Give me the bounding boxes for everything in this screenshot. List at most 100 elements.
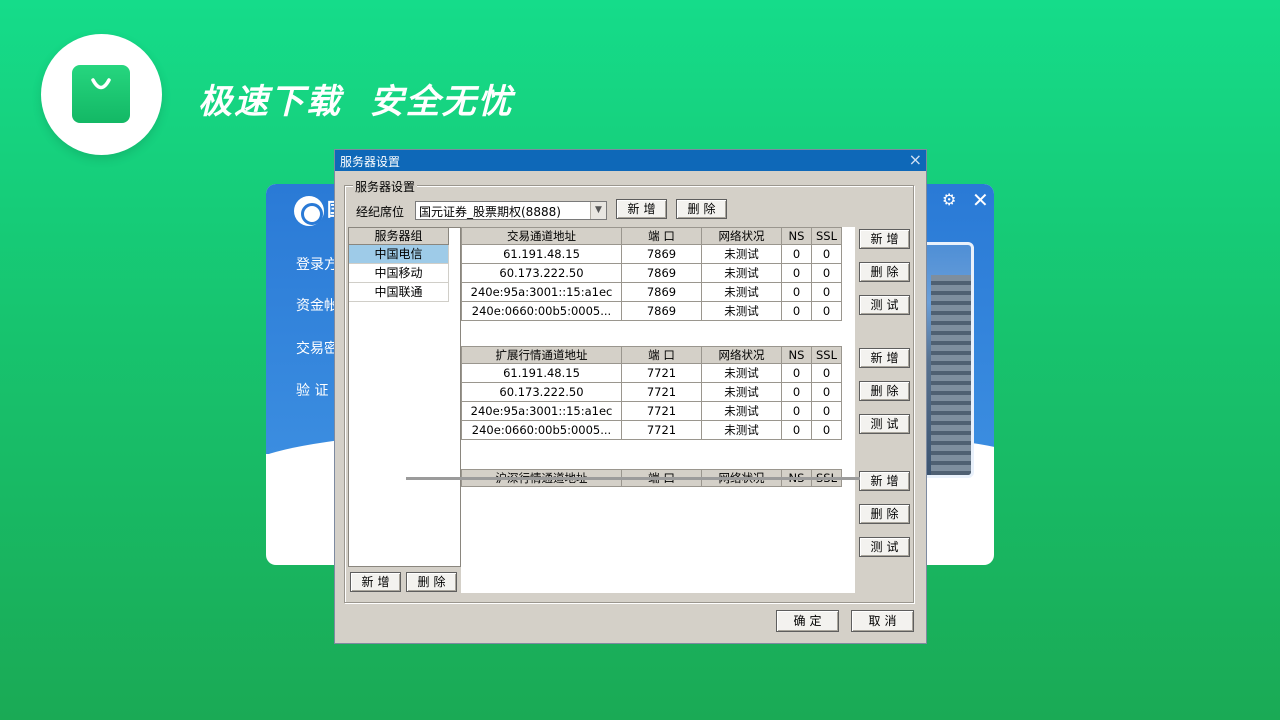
bottom-divider [406, 477, 860, 480]
trade-add-button[interactable]: 新增 [859, 229, 910, 249]
cell-status: 未测试 [701, 401, 782, 421]
shopping-bag-icon [72, 65, 130, 123]
server-settings-dialog: 服务器设置 × 服务器设置 经纪席位 国元证券_股票期权(8888) ▼ 新增 … [334, 149, 927, 644]
cell-ssl: 0 [811, 420, 842, 440]
cell-port: 7869 [621, 244, 702, 264]
col-header: NS [781, 346, 812, 364]
close-icon[interactable]: ✕ [972, 188, 989, 212]
cell-ssl: 0 [811, 244, 842, 264]
cell-ssl: 0 [811, 282, 842, 302]
cancel-button[interactable]: 取消 [851, 610, 914, 632]
ext-quote-test-button[interactable]: 测试 [859, 414, 910, 434]
cell-status: 未测试 [701, 244, 782, 264]
cell-ns: 0 [781, 282, 812, 302]
banner-slogan: 极速下载 安全无忧 [198, 82, 514, 122]
ext-quote-add-button[interactable]: 新增 [859, 348, 910, 368]
cell-address: 240e:0660:00b5:0005... [461, 301, 622, 321]
sh-sz-quote-add-button[interactable]: 新增 [859, 471, 910, 491]
col-header: 网络状况 [701, 227, 782, 245]
broker-delete-button[interactable]: 删除 [676, 199, 727, 219]
cell-address: 61.191.48.15 [461, 244, 622, 264]
bg-menu-account[interactable]: 资金帐 [296, 295, 338, 315]
cell-status: 未测试 [701, 382, 782, 402]
server-group-list: 服务器组 中国电信 中国移动 中国联通 [348, 227, 461, 567]
table-row[interactable]: 60.173.222.50 7721 未测试 0 0 [461, 382, 842, 402]
cell-port: 7721 [621, 401, 702, 421]
broker-add-button[interactable]: 新增 [616, 199, 667, 219]
cell-port: 7869 [621, 301, 702, 321]
cell-port: 7721 [621, 363, 702, 383]
cell-ssl: 0 [811, 301, 842, 321]
trade-delete-button[interactable]: 删除 [859, 262, 910, 282]
sh-sz-quote-delete-button[interactable]: 删除 [859, 504, 910, 524]
cell-ns: 0 [781, 301, 812, 321]
col-header: 交易通道地址 [461, 227, 622, 245]
table-row[interactable]: 240e:95a:3001::15:a1ec 7721 未测试 0 0 [461, 401, 842, 421]
cell-port: 7869 [621, 263, 702, 283]
cell-address: 60.173.222.50 [461, 382, 622, 402]
cell-address: 240e:95a:3001::15:a1ec [461, 401, 622, 421]
cell-port: 7869 [621, 282, 702, 302]
broker-logo-icon [294, 196, 324, 226]
app-logo-circle [41, 34, 162, 155]
cell-ns: 0 [781, 363, 812, 383]
trade-test-button[interactable]: 测试 [859, 295, 910, 315]
cell-ssl: 0 [811, 263, 842, 283]
col-header: 端 口 [621, 227, 702, 245]
cell-status: 未测试 [701, 282, 782, 302]
dialog-titlebar: 服务器设置 × [335, 150, 926, 171]
cell-status: 未测试 [701, 363, 782, 383]
col-header: NS [781, 227, 812, 245]
col-header: 端 口 [621, 346, 702, 364]
bg-menu-login-method[interactable]: 登录方 [296, 254, 338, 274]
dialog-close-icon[interactable]: × [909, 150, 922, 170]
bg-menu-verify[interactable]: 验 证 [296, 380, 328, 400]
server-group-header: 服务器组 [349, 228, 449, 245]
server-group-item[interactable]: 中国电信 [349, 245, 449, 264]
cell-ns: 0 [781, 401, 812, 421]
broker-select-value: 国元证券_股票期权(8888) [419, 205, 561, 219]
server-group-item[interactable]: 中国移动 [349, 264, 449, 283]
gear-icon[interactable]: ⚙ [942, 190, 956, 209]
table-row[interactable]: 240e:0660:00b5:0005... 7869 未测试 0 0 [461, 301, 842, 321]
table-row[interactable]: 61.191.48.15 7869 未测试 0 0 [461, 244, 842, 264]
cell-status: 未测试 [701, 420, 782, 440]
cell-port: 7721 [621, 420, 702, 440]
chevron-down-icon[interactable]: ▼ [590, 202, 606, 219]
bg-menu-password[interactable]: 交易密 [296, 338, 338, 358]
ok-button[interactable]: 确定 [776, 610, 839, 632]
cell-ns: 0 [781, 382, 812, 402]
table-row[interactable]: 240e:0660:00b5:0005... 7721 未测试 0 0 [461, 420, 842, 440]
cell-address: 60.173.222.50 [461, 263, 622, 283]
group-delete-button[interactable]: 删除 [406, 572, 457, 592]
col-header: SSL [811, 346, 842, 364]
cell-address: 240e:0660:00b5:0005... [461, 420, 622, 440]
cell-ssl: 0 [811, 382, 842, 402]
table-row[interactable]: 60.173.222.50 7869 未测试 0 0 [461, 263, 842, 283]
group-title: 服务器设置 [353, 178, 418, 195]
broker-select[interactable]: 国元证券_股票期权(8888) ▼ [415, 201, 607, 220]
ext-quote-delete-button[interactable]: 删除 [859, 381, 910, 401]
trade-channel-table: 交易通道地址 端 口 网络状况 NS SSL 61.191.48.15 7869… [461, 227, 842, 321]
broker-label: 经纪席位 [356, 205, 405, 219]
cell-status: 未测试 [701, 301, 782, 321]
col-header: 扩展行情通道地址 [461, 346, 622, 364]
cell-address: 240e:95a:3001::15:a1ec [461, 282, 622, 302]
ext-quote-channel-table: 扩展行情通道地址 端 口 网络状况 NS SSL 61.191.48.15 77… [461, 346, 842, 440]
cell-port: 7721 [621, 382, 702, 402]
sh-sz-quote-test-button[interactable]: 测试 [859, 537, 910, 557]
table-row[interactable]: 61.191.48.15 7721 未测试 0 0 [461, 363, 842, 383]
channel-tables-area: 交易通道地址 端 口 网络状况 NS SSL 61.191.48.15 7869… [461, 227, 855, 593]
cell-ssl: 0 [811, 401, 842, 421]
cell-ns: 0 [781, 263, 812, 283]
col-header: SSL [811, 227, 842, 245]
cell-ns: 0 [781, 244, 812, 264]
server-group-item[interactable]: 中国联通 [349, 283, 449, 302]
cell-address: 61.191.48.15 [461, 363, 622, 383]
table-row[interactable]: 240e:95a:3001::15:a1ec 7869 未测试 0 0 [461, 282, 842, 302]
cell-status: 未测试 [701, 263, 782, 283]
cell-ssl: 0 [811, 363, 842, 383]
group-add-button[interactable]: 新增 [350, 572, 401, 592]
cell-ns: 0 [781, 420, 812, 440]
dialog-title: 服务器设置 [340, 155, 401, 169]
